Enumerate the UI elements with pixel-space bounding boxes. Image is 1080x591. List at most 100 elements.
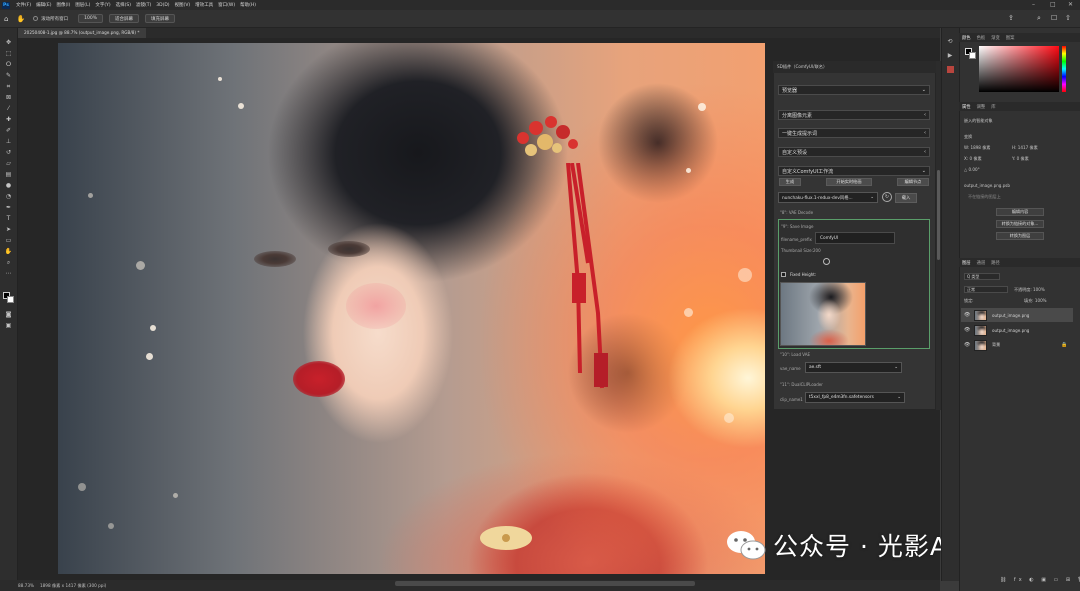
lasso-tool-icon[interactable]: ⵔ <box>3 60 14 70</box>
tab-properties[interactable]: 属性 <box>962 104 971 110</box>
fit-screen-button[interactable]: 适合屏幕 <box>109 14 140 23</box>
menu-filter[interactable]: 滤镜(T) <box>136 2 151 8</box>
quick-mask-icon[interactable]: ◙ <box>3 310 14 320</box>
fill-value[interactable]: 填充: 100% <box>1024 298 1047 304</box>
frame-tool-icon[interactable]: ⊠ <box>3 93 14 103</box>
path-select-icon[interactable]: ➤ <box>3 225 14 235</box>
visibility-eye-icon[interactable]: 👁 <box>964 342 971 348</box>
tab-adjustments[interactable]: 调整 <box>977 104 986 110</box>
dodge-tool-icon[interactable]: ◔ <box>3 192 14 202</box>
convert-to-layers-button[interactable]: 转换为图层 <box>996 232 1044 240</box>
fixed-height-checkbox[interactable] <box>781 272 786 277</box>
hand-tool-side-icon[interactable]: ✋ <box>3 247 14 257</box>
x-value[interactable]: X: 0 像素 <box>964 156 982 162</box>
tab-layers[interactable]: 图层 <box>962 260 971 266</box>
blur-tool-icon[interactable]: ● <box>3 181 14 191</box>
tab-libraries[interactable]: 库 <box>991 104 995 110</box>
menu-edit[interactable]: 编辑(E) <box>36 2 51 8</box>
rectangle-tool-icon[interactable]: ▭ <box>3 236 14 246</box>
more-tools-icon[interactable]: ⋯ <box>3 269 14 279</box>
layer-row[interactable]: 👁 背景 🔒 <box>961 338 1073 352</box>
actions-panel-icon[interactable]: ▶ <box>945 52 955 61</box>
refresh-icon[interactable]: ↻ <box>882 192 892 202</box>
visibility-eye-icon[interactable]: 👁 <box>964 312 971 318</box>
tab-gradients[interactable]: 渐变 <box>991 35 1000 41</box>
vae-select[interactable]: ae.sft ⌄ <box>805 362 902 373</box>
history-brush-icon[interactable]: ↺ <box>3 148 14 158</box>
menu-help[interactable]: 帮助(H) <box>240 2 256 8</box>
menu-file[interactable]: 文件(F) <box>16 2 31 8</box>
menu-type[interactable]: 文字(Y) <box>95 2 110 8</box>
share-icon[interactable]: ⇪ <box>1008 14 1014 22</box>
y-value[interactable]: Y: 0 像素 <box>1012 156 1029 162</box>
tab-swatches[interactable]: 色板 <box>977 35 986 41</box>
horizontal-scrollbar[interactable] <box>395 581 695 586</box>
convert-to-linked-button[interactable]: 转换为链接的对象... <box>996 220 1044 228</box>
angle-value[interactable]: △ 0.00° <box>964 167 980 172</box>
load-button[interactable]: 载入 <box>895 193 917 203</box>
brush-tool-icon[interactable]: ✐ <box>3 126 14 136</box>
height-value[interactable]: H: 1417 像素 <box>1012 145 1038 151</box>
search-icon[interactable]: ⌕ <box>1037 14 1041 23</box>
status-zoom[interactable]: 88.73% <box>18 583 34 588</box>
plugin-panel-icon[interactable] <box>947 66 954 73</box>
section-prompt-gen[interactable]: 一键生成提示词 ‹ <box>778 128 930 138</box>
output-thumbnail[interactable] <box>780 282 866 346</box>
realtime-paint-button[interactable]: 开始实时绘画 <box>826 178 872 186</box>
zoom-100-button[interactable]: 100% <box>78 14 104 23</box>
menu-select[interactable]: 选择(S) <box>116 2 131 8</box>
fill-screen-button[interactable]: 填充屏幕 <box>145 14 176 23</box>
opacity-value[interactable]: 不透明度: 100% <box>1014 287 1045 293</box>
stamp-tool-icon[interactable]: ⊥ <box>3 137 14 147</box>
generate-button[interactable]: 生成 <box>779 178 801 186</box>
section-preview[interactable]: 预览器 ⌄ <box>778 85 930 95</box>
panel-background-swatch[interactable] <box>969 52 976 59</box>
menu-image[interactable]: 图像(I) <box>56 2 70 8</box>
eraser-tool-icon[interactable]: ▱ <box>3 159 14 169</box>
tab-patterns[interactable]: 图案 <box>1006 35 1015 41</box>
healing-tool-icon[interactable]: ✚ <box>3 115 14 125</box>
tab-paths[interactable]: 路径 <box>991 260 1000 266</box>
close-icon[interactable]: ✕ <box>1068 1 1073 8</box>
history-panel-icon[interactable]: ⟲ <box>945 38 955 47</box>
menu-window[interactable]: 窗口(W) <box>218 2 235 8</box>
blend-mode-select[interactable]: 正常 <box>964 286 1008 293</box>
width-value[interactable]: W: 1898 像素 <box>964 145 990 151</box>
filename-prefix-input[interactable]: ComfyUI <box>815 232 895 244</box>
menu-plugins[interactable]: 增效工具 <box>195 2 213 8</box>
document-tab[interactable]: 20250408-1.jpg @ 88.7% (output_image.png… <box>18 28 146 38</box>
move-tool-icon[interactable]: ✥ <box>3 38 14 48</box>
clip-select[interactable]: t5xxl_fp8_e4m3fn.safetensors ⌄ <box>805 392 905 403</box>
layer-row[interactable]: 👁 output_image.png <box>961 323 1073 337</box>
maximize-icon[interactable]: □ <box>1050 1 1056 8</box>
section-separate-elements[interactable]: 分离图像元素 ‹ <box>778 110 930 120</box>
plugin-scroll-thumb[interactable] <box>937 170 940 260</box>
eyedropper-tool-icon[interactable]: ⁄ <box>3 104 14 114</box>
crop-tool-icon[interactable]: ⌗ <box>3 82 14 92</box>
hand-tool-icon[interactable]: ✋ <box>16 15 25 23</box>
tab-color[interactable]: 颜色 <box>962 35 971 41</box>
pen-tool-icon[interactable]: ✒ <box>3 203 14 213</box>
menu-layer[interactable]: 图层(L) <box>75 2 90 8</box>
workspace-icon[interactable]: ☐ <box>1051 14 1057 22</box>
tab-channels[interactable]: 通道 <box>977 260 986 266</box>
layers-footer-icons[interactable]: ⛓ fx ◐ ▣ ▭ ⊞ 🗑 <box>1000 577 1080 583</box>
background-color-swatch[interactable] <box>7 296 14 303</box>
section-custom-preset[interactable]: 自定义预设 ‹ <box>778 147 930 157</box>
thumbnail-slider[interactable] <box>823 258 830 265</box>
edit-node-button[interactable]: 编辑节点 <box>897 178 929 186</box>
minimize-icon[interactable]: – <box>1032 1 1035 8</box>
workflow-select[interactable]: nunchaku-flux.1-redux-dev风格... ⌄ <box>778 192 878 203</box>
quick-select-tool-icon[interactable]: ✎ <box>3 71 14 81</box>
hue-slider[interactable] <box>1062 46 1066 92</box>
gradient-tool-icon[interactable]: ▤ <box>3 170 14 180</box>
canvas-image[interactable] <box>58 43 765 574</box>
zoom-tool-icon[interactable]: ⌕ <box>3 258 14 268</box>
edit-contents-button[interactable]: 编辑内容 <box>996 208 1044 216</box>
scroll-all-windows-checkbox[interactable]: 滚动所有窗口 <box>33 16 68 22</box>
menu-3d[interactable]: 3D(D) <box>156 3 169 8</box>
visibility-eye-icon[interactable]: 👁 <box>964 327 971 333</box>
screen-mode-icon[interactable]: ▣ <box>3 321 14 331</box>
share-doc-icon[interactable]: ⇧ <box>1065 14 1071 22</box>
marquee-tool-icon[interactable]: ⬚ <box>3 49 14 59</box>
